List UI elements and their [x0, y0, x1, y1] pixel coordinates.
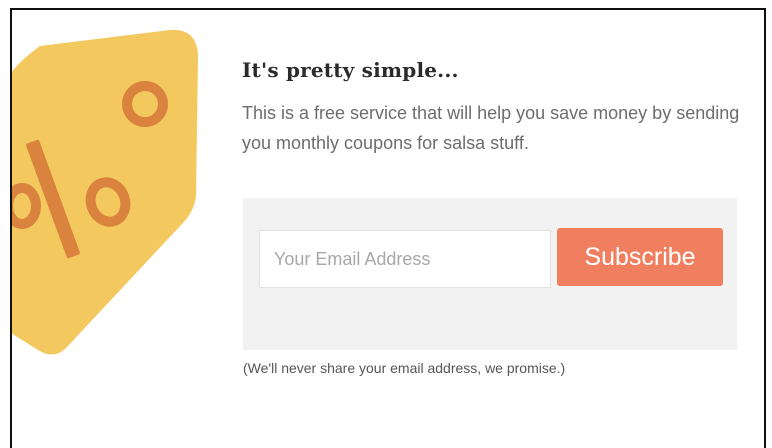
privacy-note: (We'll never share your email address, w…: [243, 360, 566, 376]
section-heading: It's pretty simple...: [242, 58, 459, 82]
email-input[interactable]: [259, 230, 551, 288]
service-description: This is a free service that will help yo…: [242, 103, 740, 153]
signup-card: It's pretty simple... This is a free ser…: [10, 8, 766, 448]
tag-shape: [12, 29, 198, 355]
subscribe-button[interactable]: Subscribe: [557, 228, 723, 286]
signup-form-panel: Subscribe: [243, 198, 737, 350]
percent-price-tag-icon: [12, 26, 210, 356]
